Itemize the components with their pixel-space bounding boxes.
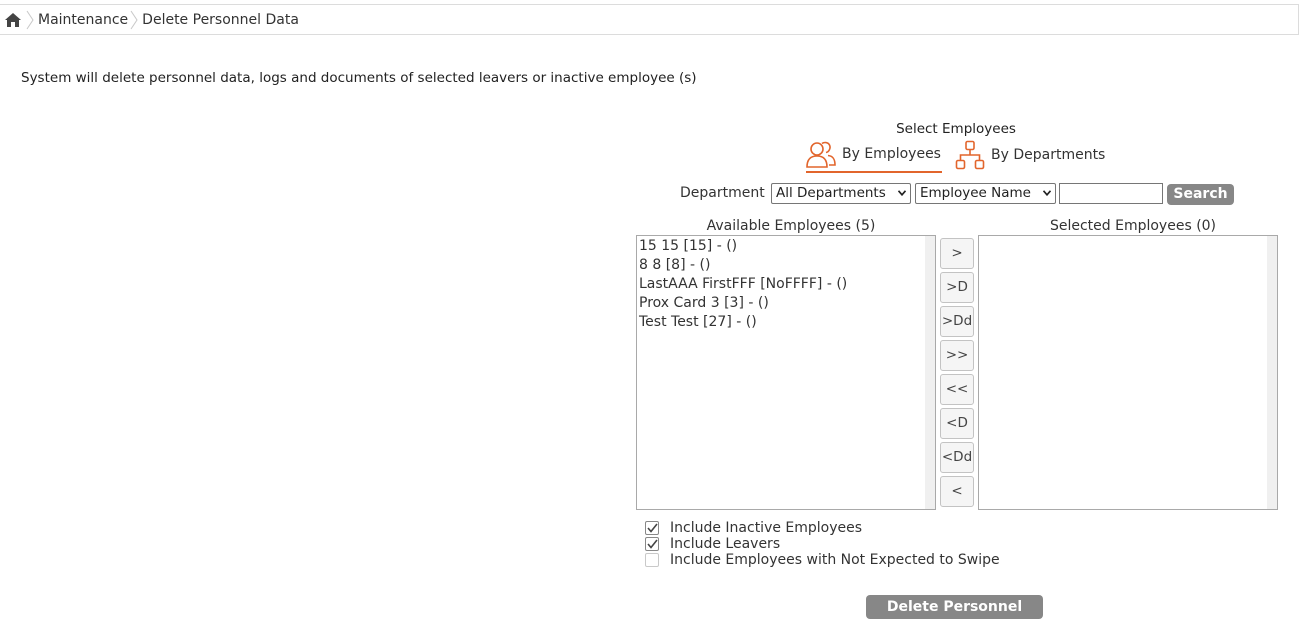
move-all-left-button[interactable]: << (940, 374, 974, 405)
available-employees-header: Available Employees (5) (706, 218, 876, 234)
tab-by-departments[interactable]: By Departments (955, 137, 1105, 173)
include-inactive-label: Include Inactive Employees (670, 520, 863, 536)
list-item[interactable]: 15 15 [15] - () (637, 237, 935, 256)
include-not-expected-checkbox[interactable] (645, 553, 659, 567)
org-chart-icon (955, 140, 985, 170)
delete-personnel-data-button[interactable]: Delete Personnel Data (866, 595, 1043, 639)
include-inactive-option[interactable]: Include Inactive Employees (645, 520, 862, 536)
search-input[interactable] (1059, 183, 1163, 204)
breadcrumb-separator-icon (130, 10, 138, 29)
tab-by-departments-label: By Departments (991, 147, 1106, 163)
scrollbar[interactable] (925, 236, 935, 509)
chevron-down-icon (1043, 190, 1051, 196)
breadcrumb-current: Delete Personnel Data (142, 11, 299, 28)
list-item[interactable]: Test Test [27] - () (637, 313, 935, 332)
tab-by-employees[interactable]: By Employees (806, 137, 942, 173)
move-right-department-button[interactable]: >D (940, 272, 974, 303)
tab-by-employees-label: By Employees (842, 146, 941, 162)
move-right-department-deep-button[interactable]: >Dd (940, 306, 974, 337)
users-icon (806, 141, 836, 168)
department-select[interactable]: All Departments (771, 183, 911, 204)
include-not-expected-label: Include Employees with Not Expected to S… (670, 552, 1000, 568)
include-leavers-option[interactable]: Include Leavers (645, 536, 780, 552)
breadcrumb: Maintenance Delete Personnel Data (0, 4, 1299, 35)
include-inactive-checkbox[interactable] (645, 521, 659, 535)
department-label: Department (680, 185, 765, 201)
list-item[interactable]: LastAAA FirstFFF [NoFFFF] - () (637, 275, 935, 294)
selected-employees-list[interactable] (978, 235, 1278, 510)
move-all-right-button[interactable]: >> (940, 340, 974, 371)
checkmark-icon (646, 523, 658, 533)
checkmark-icon (646, 539, 658, 549)
move-left-button[interactable]: < (940, 476, 974, 507)
select-employees-title: Select Employees (896, 121, 1016, 137)
home-icon[interactable] (4, 10, 24, 30)
notice-text: System will delete personnel data, logs … (21, 70, 697, 86)
breadcrumb-separator-icon (26, 10, 34, 29)
sort-field-select[interactable]: Employee Name (915, 183, 1056, 204)
scrollbar[interactable] (1267, 236, 1277, 509)
list-item[interactable]: Prox Card 3 [3] - () (637, 294, 935, 313)
breadcrumb-maintenance[interactable]: Maintenance (38, 12, 128, 28)
chevron-down-icon (898, 190, 906, 196)
selected-employees-header: Selected Employees (0) (1049, 218, 1217, 234)
available-employees-list[interactable]: 15 15 [15] - () 8 8 [8] - () LastAAA Fir… (636, 235, 936, 510)
include-not-expected-option[interactable]: Include Employees with Not Expected to S… (645, 552, 1000, 568)
move-right-button[interactable]: > (940, 238, 974, 269)
move-left-department-button[interactable]: <D (940, 408, 974, 439)
sort-field-select-value: Employee Name (920, 185, 1031, 201)
include-leavers-checkbox[interactable] (645, 537, 659, 551)
list-item[interactable]: 8 8 [8] - () (637, 256, 935, 275)
search-button[interactable]: Search (1167, 184, 1234, 205)
include-leavers-label: Include Leavers (670, 536, 781, 552)
department-select-value: All Departments (776, 185, 886, 201)
move-left-department-deep-button[interactable]: <Dd (940, 442, 974, 473)
